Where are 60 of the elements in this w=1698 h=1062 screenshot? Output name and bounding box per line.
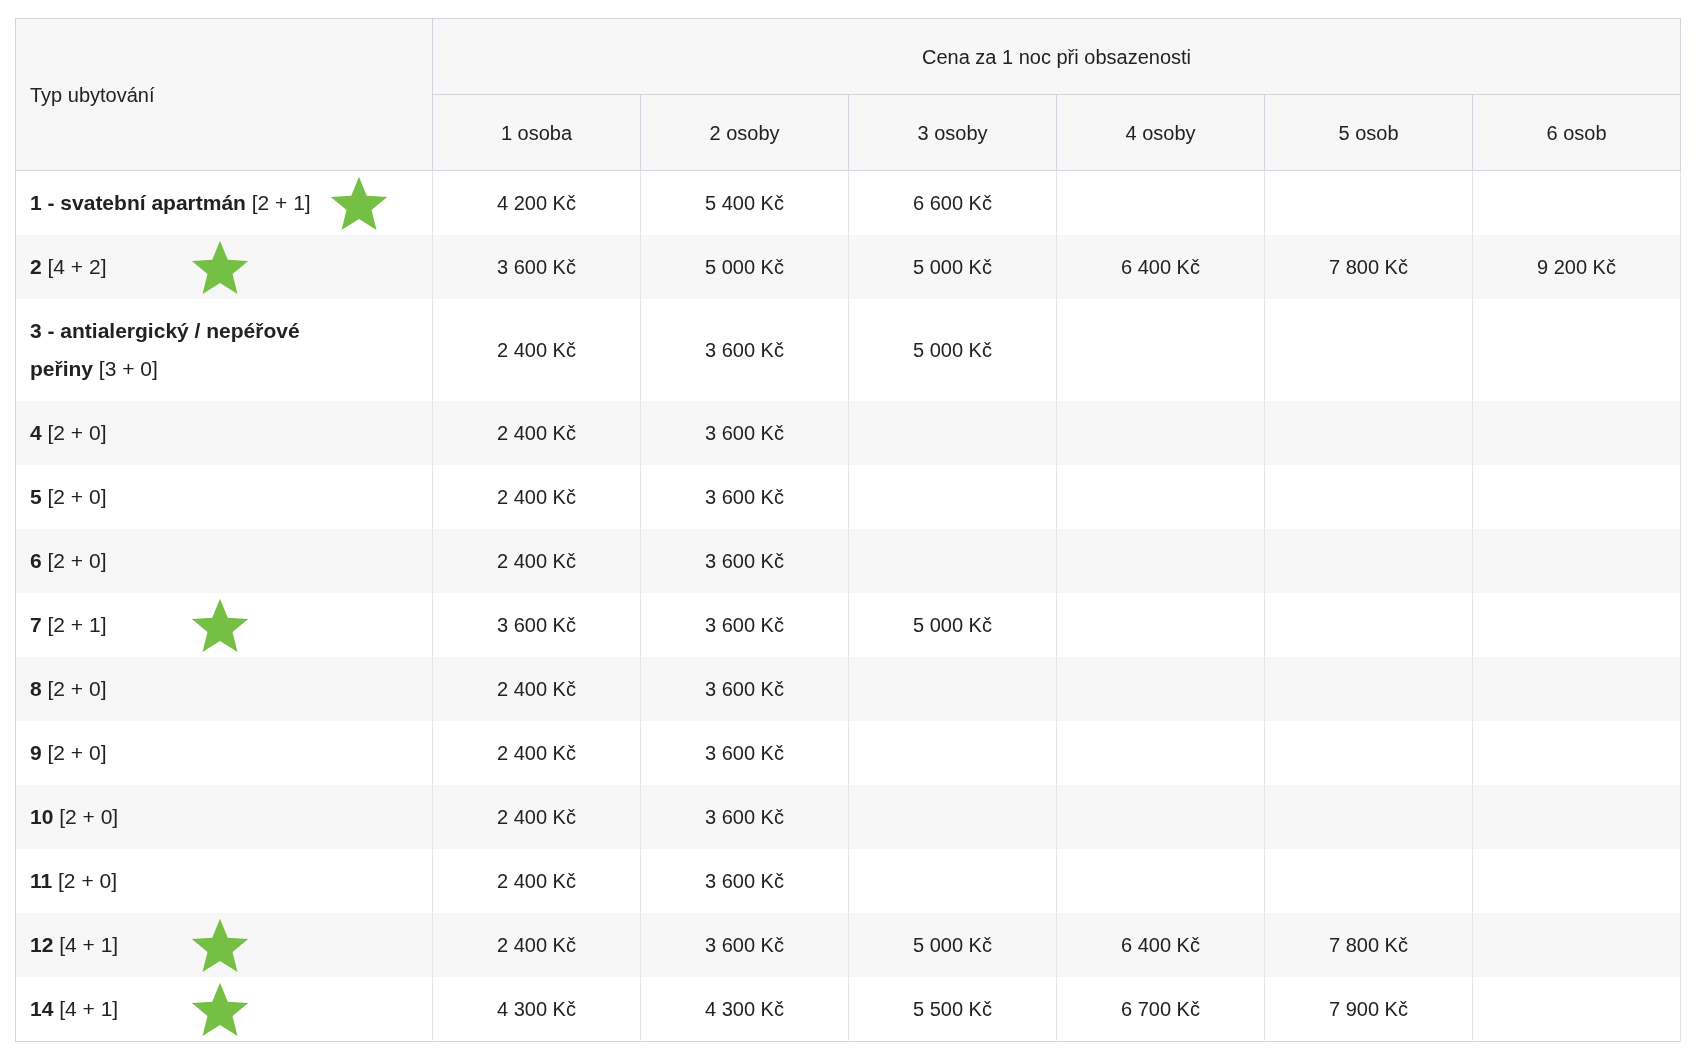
room-type: 7 [2 + 1] [30,612,108,638]
room-type: 11 [2 + 0] [30,868,118,894]
room-type: 2 [4 + 2] [30,254,108,280]
price: 5 000 Kč [913,339,992,361]
price: 3 600 Kč [705,614,784,636]
price: 3 600 Kč [705,934,784,956]
price: 3 600 Kč [705,870,784,892]
price: 2 400 Kč [497,742,576,764]
price: 3 600 Kč [705,806,784,828]
price: 2 400 Kč [497,806,576,828]
price: 2 400 Kč [497,934,576,956]
price: 5 400 Kč [705,192,784,214]
column-header: Typ ubytování [15,18,433,171]
room-type: 10 [2 + 0] [30,804,120,830]
price: 2 400 Kč [497,678,576,700]
price: 3 600 Kč [705,486,784,508]
room-type: 6 [2 + 0] [30,548,108,574]
price: 7 900 Kč [1329,998,1408,1020]
price: 3 600 Kč [497,614,576,636]
price: 3 600 Kč [705,422,784,444]
price: 2 400 Kč [497,486,576,508]
price: 5 000 Kč [913,934,992,956]
room-type: 8 [2 + 0] [30,676,108,702]
room-type: 4 [2 + 0] [30,420,108,446]
price: 4 300 Kč [705,998,784,1020]
column-header: 6 osob [1472,94,1681,171]
column-header: 4 osoby [1056,94,1265,171]
column-group-header: Cena za 1 noc při obsazenosti [432,18,1681,95]
price: 2 400 Kč [497,550,576,572]
price: 6 600 Kč [913,192,992,214]
price: 2 400 Kč [497,339,576,361]
price: 5 000 Kč [705,256,784,278]
column-header: 3 osoby [848,94,1057,171]
price: 3 600 Kč [705,550,784,572]
price: 7 800 Kč [1329,256,1408,278]
room-type: 9 [2 + 0] [30,740,108,766]
price: 7 800 Kč [1329,934,1408,956]
price: 6 700 Kč [1121,998,1200,1020]
room-type: 14 [4 + 1] [30,996,120,1022]
price: 5 500 Kč [913,998,992,1020]
column-header: 5 osob [1264,94,1473,171]
price: 5 000 Kč [913,614,992,636]
price: 9 200 Kč [1537,256,1616,278]
price: 3 600 Kč [705,678,784,700]
price: 4 200 Kč [497,192,576,214]
room-type: 1 - svatební apartmán [2 + 1] [30,190,311,216]
room-type: 3 - antialergický / nepéřové peřiny [3 + 0] [30,318,301,382]
price: 2 400 Kč [497,870,576,892]
column-header: 1 osoba [432,94,641,171]
price: 3 600 Kč [705,339,784,361]
room-type: 12 [4 + 1] [30,932,120,958]
price: 6 400 Kč [1121,256,1200,278]
room-type: 5 [2 + 0] [30,484,108,510]
price: 3 600 Kč [497,256,576,278]
price: 4 300 Kč [497,998,576,1020]
price: 2 400 Kč [497,422,576,444]
column-header: 2 osoby [640,94,849,171]
price: 3 600 Kč [705,742,784,764]
price: 5 000 Kč [913,256,992,278]
price: 6 400 Kč [1121,934,1200,956]
